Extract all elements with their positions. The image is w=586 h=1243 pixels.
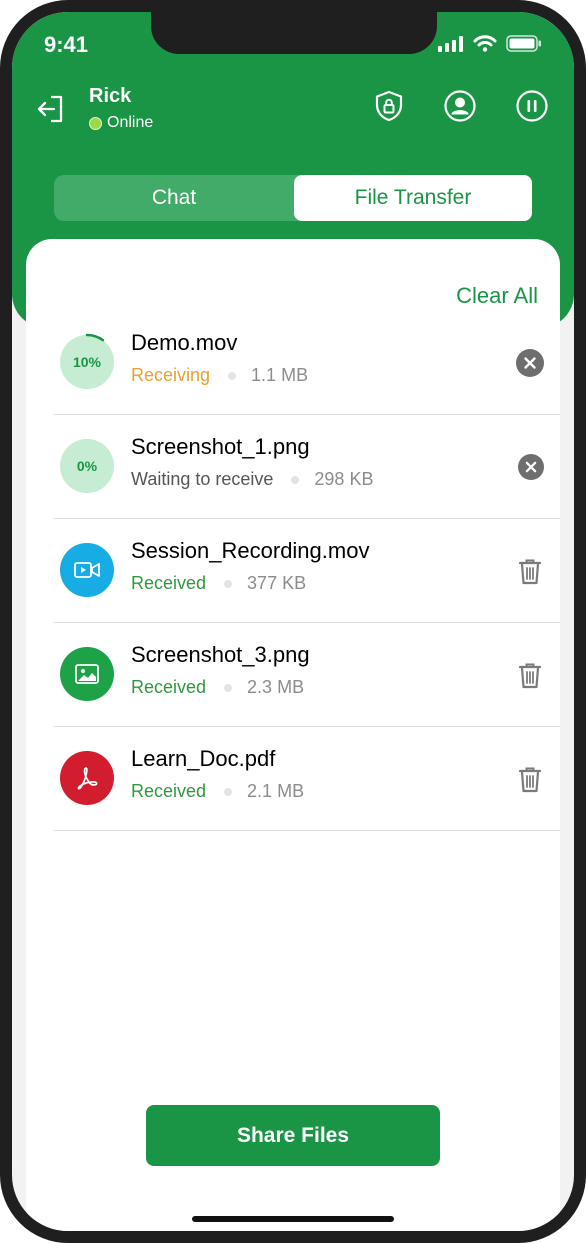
tab-chat[interactable]: Chat (54, 175, 294, 221)
pdf-icon (60, 751, 114, 805)
trash-icon[interactable] (516, 765, 544, 793)
separator-dot (224, 579, 233, 588)
device-notch (151, 12, 437, 54)
clear-all-button[interactable]: Clear All (456, 283, 538, 309)
file-size: 298 KB (314, 469, 374, 489)
home-indicator (192, 1216, 394, 1222)
file-status: Received (131, 677, 207, 697)
separator-dot (291, 475, 300, 484)
trash-icon[interactable] (516, 557, 544, 585)
separator-dot (224, 683, 233, 692)
progress-icon: 10% (60, 333, 114, 389)
file-name: Demo.mov (131, 330, 238, 355)
file-status: Waiting to receive (131, 469, 274, 489)
progress-ring (85, 333, 105, 342)
separator-dot (224, 787, 233, 796)
progress-icon: 0% (60, 439, 114, 493)
battery-icon (506, 35, 541, 52)
share-files-button[interactable]: Share Files (146, 1105, 440, 1166)
user-name: Rick (89, 85, 132, 107)
user-profile-icon[interactable] (443, 89, 477, 123)
file-meta: Received 2.3 MB (131, 677, 304, 698)
file-size: 1.1 MB (251, 365, 309, 385)
file-size: 2.1 MB (247, 781, 305, 801)
file-name: Session_Recording.mov (131, 538, 370, 563)
file-meta: Waiting to receive 298 KB (131, 469, 373, 490)
wifi-icon (473, 35, 497, 52)
file-status: Receiving (131, 365, 211, 385)
user-status-text: Online (107, 114, 154, 131)
file-meta: Received 2.1 MB (131, 781, 304, 802)
file-status: Received (131, 573, 207, 593)
user-status: Online (89, 114, 153, 132)
cancel-icon[interactable] (516, 349, 544, 377)
phone-frame: 9:41 Rick Online Chat File Transfer Clea… (0, 0, 586, 1243)
file-name: Screenshot_1.png (131, 434, 310, 459)
tab-bar: Chat File Transfer (54, 175, 532, 221)
status-icons (438, 35, 542, 52)
shield-lock-icon[interactable] (372, 89, 406, 123)
file-size: 2.3 MB (247, 677, 305, 697)
status-time: 9:41 (44, 32, 89, 57)
file-meta: Receiving 1.1 MB (131, 365, 308, 386)
file-name: Learn_Doc.pdf (131, 746, 276, 771)
exit-session-icon[interactable] (34, 92, 68, 126)
file-row[interactable]: 0% Screenshot_1.png Waiting to receive 2… (54, 415, 560, 519)
online-indicator (89, 116, 102, 130)
image-glyph (75, 664, 99, 684)
signal-icon (438, 35, 463, 52)
pdf-glyph (77, 767, 98, 790)
file-name: Screenshot_3.png (131, 642, 310, 667)
file-row[interactable]: Screenshot_3.png Received 2.3 MB (54, 623, 560, 727)
video-glyph (74, 562, 100, 578)
video-icon (60, 543, 114, 597)
separator-dot (228, 371, 237, 380)
file-row[interactable]: Session_Recording.mov Received 377 KB (54, 519, 560, 623)
pause-icon[interactable] (515, 89, 549, 123)
tab-file-transfer[interactable]: File Transfer (294, 175, 532, 221)
file-size: 377 KB (247, 573, 307, 593)
trash-icon[interactable] (516, 661, 544, 689)
progress-label: 0% (76, 458, 98, 474)
file-status: Received (131, 781, 207, 801)
image-icon (60, 647, 114, 701)
file-row[interactable]: 10% Demo.mov Receiving 1.1 MB (54, 311, 560, 415)
file-transfer-panel: Clear All 10% Demo.mov Receiving 1.1 MB (26, 239, 560, 1231)
cancel-icon[interactable] (518, 454, 544, 480)
file-row[interactable]: Learn_Doc.pdf Received 2.1 MB (54, 727, 560, 831)
file-meta: Received 377 KB (131, 573, 306, 594)
